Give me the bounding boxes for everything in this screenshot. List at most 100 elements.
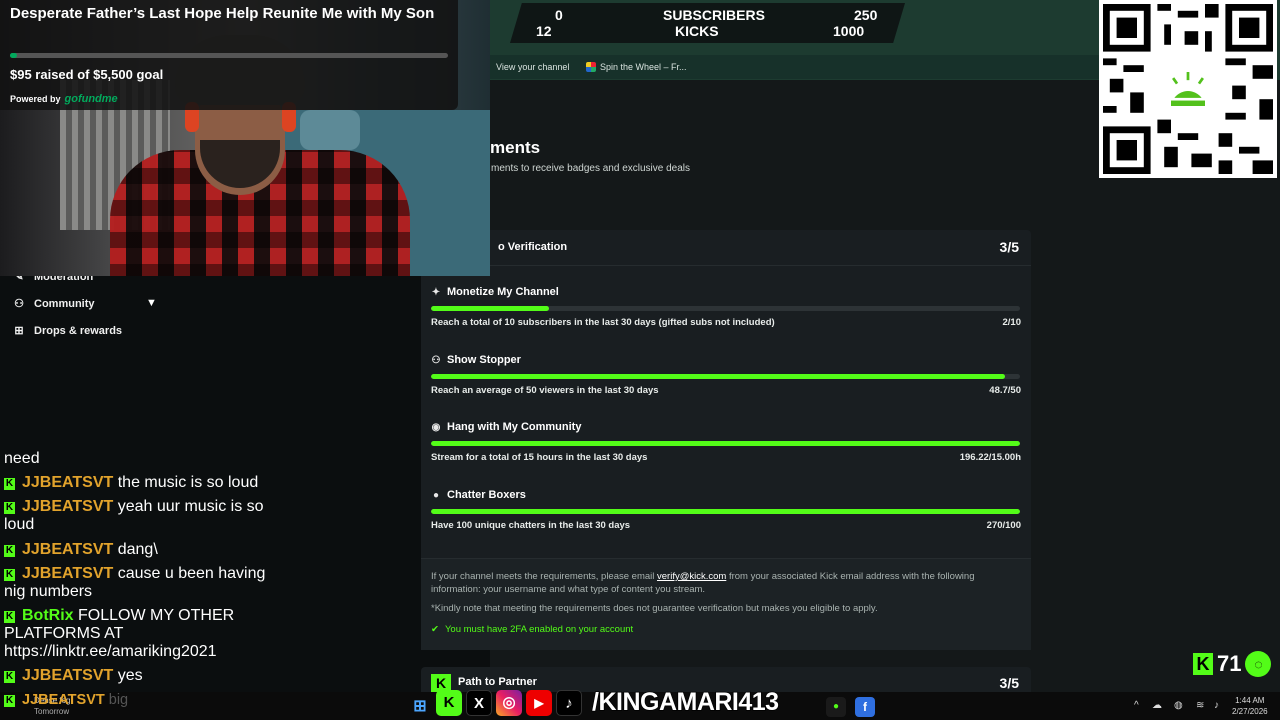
qr-code xyxy=(1099,0,1277,178)
partner-count: 3/5 xyxy=(999,675,1019,691)
partner-title: Path to Partner xyxy=(458,676,537,688)
requirement-monetize-track xyxy=(431,306,1020,311)
requirement-show-stopper-fill xyxy=(431,374,1005,379)
wifi-icon[interactable]: ≋ xyxy=(1196,700,1204,711)
chevron-down-icon[interactable]: ▼ xyxy=(146,297,157,309)
app-icon-f[interactable]: f xyxy=(855,697,875,717)
requirement-chatter-title: ● Chatter Boxers xyxy=(431,489,526,501)
requirement-monetize-fill xyxy=(431,306,549,311)
twofa-label: You must have 2FA enabled on your accoun… xyxy=(444,624,634,635)
requirement-show-stopper-title: ⚇ Show Stopper xyxy=(431,354,521,366)
bookmark-view-channel[interactable]: View your channel xyxy=(496,62,569,72)
chat-text: need xyxy=(4,450,40,467)
requirement-community-desc: Stream for a total of 15 hours in the la… xyxy=(431,452,648,463)
gofundme-logo: gofundme xyxy=(64,93,118,105)
chat-username[interactable]: BotRix xyxy=(22,607,74,624)
fundraiser-raised: $95 raised of $5,500 goal xyxy=(10,67,164,82)
volume-icon[interactable]: ♪ xyxy=(1214,700,1219,711)
fundraiser-progress xyxy=(10,53,18,58)
instructions-prefix: If your channel meets the requirements, … xyxy=(431,571,658,582)
kick-badge-icon: K xyxy=(4,671,15,683)
chat-text: dang\ xyxy=(117,541,158,558)
nav-drops[interactable]: ⊞ Drops & rewards xyxy=(12,324,122,338)
chat-username[interactable]: JJBEATSVT xyxy=(22,667,113,684)
chat-username[interactable]: JJBEATSVT xyxy=(22,565,113,582)
requirement-community: ◉ Hang with My Community Stream for a tot… xyxy=(431,421,1021,481)
requirement-community-label: Hang with My Community xyxy=(447,421,582,433)
bookmark-spin-wheel-label: Spin the Wheel – Fr... xyxy=(600,62,687,72)
app-icon[interactable]: ● xyxy=(826,697,846,717)
chat-message: K BotRix FOLLOW MY OTHER PLATFORMS AT htt… xyxy=(4,607,266,661)
fundraiser-title: Desperate Father’s Last Hope Help Reunit… xyxy=(10,5,435,22)
kicks-goal: 1000 xyxy=(833,23,865,39)
requirement-show-stopper-value: 48.7/50 xyxy=(989,385,1021,396)
requirement-monetize: ✦ Monetize My Channel Reach a total of 10… xyxy=(431,286,1021,346)
kicks-current: 12 xyxy=(536,23,552,39)
tiktok-icon: ♪ xyxy=(556,690,582,716)
taskbar-clock[interactable]: 1:44 AM 2/27/2026 xyxy=(1232,695,1268,717)
verification-info: If your channel meets the requirements, … xyxy=(421,558,1031,650)
kick-badge-icon: K xyxy=(4,611,15,623)
tray-mic-icon[interactable]: ◍ xyxy=(1174,700,1183,711)
fundraiser-powered: Powered by gofundme xyxy=(10,93,118,105)
chat-message: K JJBEATSVT cause u been having nig numbe… xyxy=(4,565,266,601)
requirement-monetize-label: Monetize My Channel xyxy=(447,286,559,298)
chat-text: the music is so loud xyxy=(117,474,259,491)
chat-username[interactable]: JJBEATSVT xyxy=(22,541,113,558)
youtube-icon: ▶ xyxy=(526,690,552,716)
kick-logo-icon: K xyxy=(1193,653,1213,675)
verification-header[interactable]: o Verification 3/5 xyxy=(421,230,1031,266)
requirement-chatter: ● Chatter Boxers Have 100 unique chatters… xyxy=(431,489,1021,549)
requirement-chatter-desc: Have 100 unique chatters in the last 30 … xyxy=(431,520,631,531)
requirement-community-value: 196.22/15.00h xyxy=(959,452,1021,463)
nav-community[interactable]: ⚇ Community xyxy=(12,297,94,311)
community-icon: ⚇ xyxy=(14,298,24,310)
kick-badge-icon: K xyxy=(4,478,15,490)
streamer-handle: /KINGAMARI413 xyxy=(591,687,780,717)
bookmark-spin-wheel[interactable]: Spin the Wheel – Fr... xyxy=(586,62,687,72)
chat-icon: ● xyxy=(432,489,440,501)
check-icon: ✔ xyxy=(431,624,439,635)
kick-badge-icon: K xyxy=(4,502,15,514)
requirement-community-fill xyxy=(431,441,1020,446)
requirement-community-track xyxy=(431,441,1020,446)
instagram-icon: ◎ xyxy=(496,690,522,716)
stream-screen: 0 SUBSCRIBERS 250 12 KICKS 1000 View you… xyxy=(0,0,1280,720)
requirement-show-stopper-track xyxy=(431,374,1020,379)
chat-message: K JJBEATSVT the music is so loud xyxy=(4,474,266,492)
qr-code-graphic xyxy=(1103,4,1273,174)
wheel-icon xyxy=(586,62,596,72)
twofa-status: ✔ You must have 2FA enabled on your accou… xyxy=(431,624,633,635)
chat-username[interactable]: JJBEATSVT xyxy=(22,474,113,491)
gofundme-widget: Desperate Father’s Last Hope Help Reunit… xyxy=(0,0,458,110)
kick-badge-icon: K xyxy=(4,695,15,707)
requirement-monetize-value: 2/10 xyxy=(1002,317,1022,328)
chat-message: K JJBEATSVT big xyxy=(4,691,266,709)
chat-text: big xyxy=(108,692,129,708)
requirement-show-stopper-desc: Reach an average of 50 viewers in the la… xyxy=(431,385,659,396)
x-social-icon: X xyxy=(466,690,492,716)
subscribers-label: SUBSCRIBERS xyxy=(663,7,765,23)
kick-counter: K 71 ◌ xyxy=(1193,650,1272,678)
verification-panel: o Verification 3/5 ✦ Monetize My Channel … xyxy=(421,230,1031,650)
tray-cloud-icon[interactable]: ☁ xyxy=(1152,700,1162,711)
clock-date: 2/27/2026 xyxy=(1232,707,1268,716)
chat-username[interactable]: JJBEATSVT xyxy=(22,692,105,708)
webcam-feed: Desperate Father’s Last Hope Help Reunit… xyxy=(0,0,490,276)
requirement-show-stopper-label: Show Stopper xyxy=(447,354,521,366)
bookmarks-bar: View your channel Spin the Wheel – Fr... xyxy=(490,55,1100,79)
tray-chevron-icon[interactable]: ^ xyxy=(1134,700,1139,711)
windows-start-icon[interactable]: ⊞ xyxy=(410,697,430,717)
verification-title: o Verification xyxy=(498,241,568,253)
chat-message: K JJBEATSVT dang\ xyxy=(4,541,266,559)
kick-badge-icon: K xyxy=(4,545,15,557)
powered-by-label: Powered by xyxy=(10,94,61,104)
verify-email-link[interactable]: verify@kick.com xyxy=(657,571,726,582)
chat-text: yes xyxy=(117,667,143,684)
social-handle-overlay: K X ◎ ▶ ♪ /KINGAMARI413 xyxy=(432,687,822,720)
verification-disclaimer: *Kindly note that meeting the requiremen… xyxy=(431,603,878,614)
requirement-monetize-desc: Reach a total of 10 subscribers in the l… xyxy=(431,317,775,328)
chat-username[interactable]: JJBEATSVT xyxy=(22,498,113,515)
fundraiser-track xyxy=(10,53,448,58)
requirement-community-title: ◉ Hang with My Community xyxy=(431,421,582,433)
